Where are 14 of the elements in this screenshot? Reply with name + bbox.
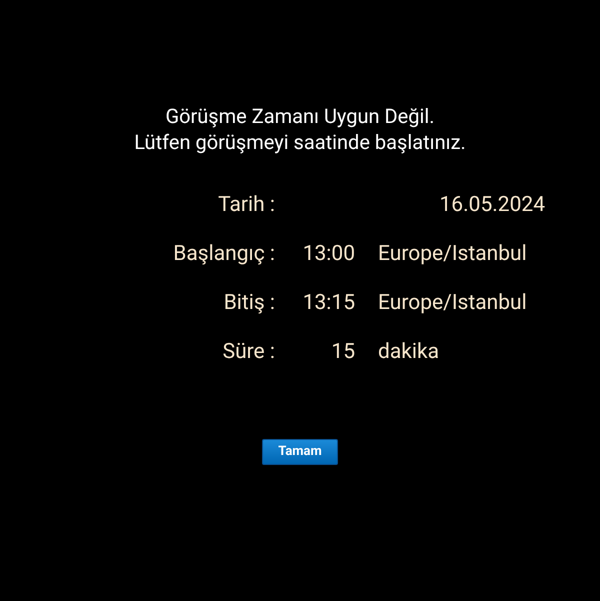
message-text: Lütfen görüşmeyi saatinde başlatınız. [134,129,466,155]
ok-button[interactable]: Tamam [262,439,338,465]
detail-label: Başlangıç : [172,241,275,268]
detail-value: 16.05.2024 [438,192,545,219]
detail-unit: Europe/Istanbul [377,290,528,317]
detail-label: Tarih : [217,192,275,219]
detail-label: Süre : [222,339,275,366]
detail-value: 13:00 [302,241,355,268]
detail-value: 13:15 [302,290,355,317]
detail-unit: Europe/Istanbul [377,241,528,268]
detail-unit: dakika [377,339,440,366]
message-text: Görüşme Zamanı Uygun Değil. [165,103,434,129]
detail-label: Bitiş : [222,290,275,317]
detail-value: 15 [330,339,355,366]
